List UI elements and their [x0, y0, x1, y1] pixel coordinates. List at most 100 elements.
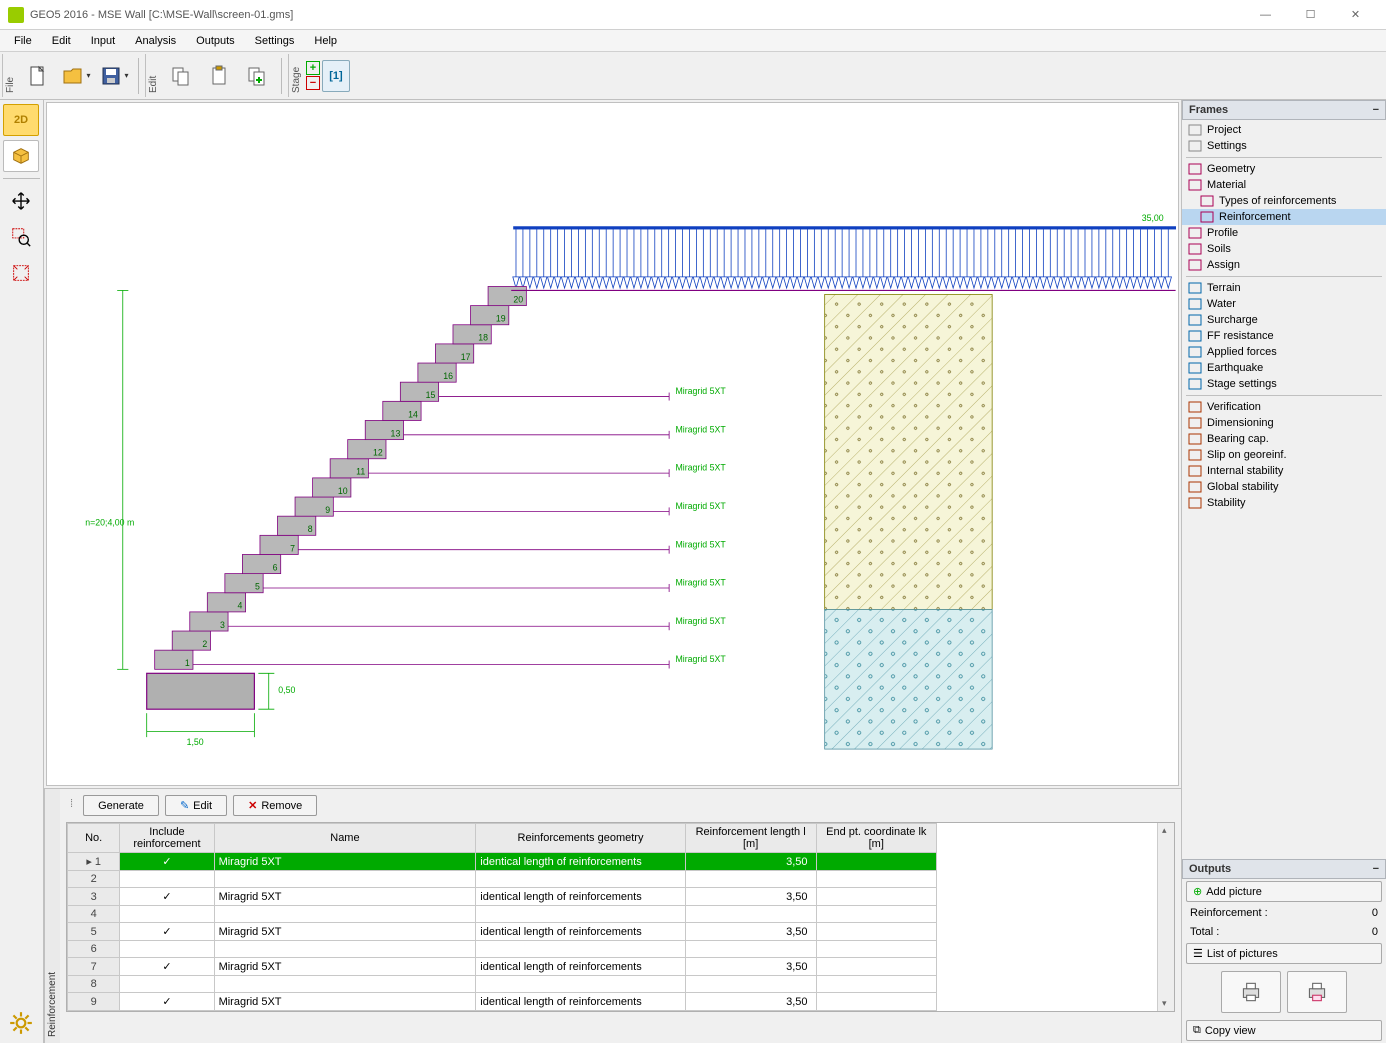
menu-help[interactable]: Help	[304, 32, 347, 50]
frame-item-applied-forces[interactable]: Applied forces	[1182, 344, 1386, 360]
frame-item-terrain[interactable]: Terrain	[1182, 280, 1386, 296]
svg-text:17: 17	[461, 352, 471, 362]
remove-button[interactable]: ✕Remove	[233, 795, 317, 816]
col-include[interactable]: Include reinforcement	[120, 824, 214, 853]
table-row[interactable]: 5✓Miragrid 5XTidentical length of reinfo…	[68, 923, 937, 941]
frame-item-global-stability[interactable]: Global stability	[1182, 479, 1386, 495]
app-icon	[8, 7, 24, 23]
open-file-button[interactable]	[58, 58, 94, 94]
view-settings-button[interactable]	[3, 1007, 39, 1039]
svg-text:20: 20	[513, 294, 523, 304]
frame-icon	[1188, 433, 1202, 445]
frame-label: Earthquake	[1207, 362, 1263, 374]
frame-item-material[interactable]: Material	[1182, 177, 1386, 193]
add-stage-button[interactable]: +	[306, 61, 320, 75]
print-button-2[interactable]	[1287, 971, 1347, 1013]
frames-header[interactable]: Frames−	[1182, 100, 1386, 120]
frame-item-project[interactable]: Project	[1182, 122, 1386, 138]
col-no[interactable]: No.	[68, 824, 120, 853]
svg-text:10: 10	[338, 486, 348, 496]
svg-text:18: 18	[478, 333, 488, 343]
frame-label: Dimensioning	[1207, 417, 1274, 429]
frame-item-bearing-cap-[interactable]: Bearing cap.	[1182, 431, 1386, 447]
frame-item-stage-settings[interactable]: Stage settings	[1182, 376, 1386, 392]
menu-file[interactable]: File	[4, 32, 42, 50]
drawing-canvas[interactable]: 35,00	[46, 102, 1179, 786]
menu-analysis[interactable]: Analysis	[125, 32, 186, 50]
frame-item-dimensioning[interactable]: Dimensioning	[1182, 415, 1386, 431]
panel-handle[interactable]: ⁞	[66, 795, 77, 816]
frame-label: Water	[1207, 298, 1236, 310]
list-pictures-button[interactable]: ☰List of pictures	[1186, 943, 1382, 964]
table-row[interactable]: 9✓Miragrid 5XTidentical length of reinfo…	[68, 993, 937, 1011]
col-end[interactable]: End pt. coordinate lk [m]	[816, 824, 936, 853]
dim-n-label: n=20;4,00 m	[85, 518, 134, 528]
col-name[interactable]: Name	[214, 824, 476, 853]
frame-label: Settings	[1207, 140, 1247, 152]
table-row[interactable]: 7✓Miragrid 5XTidentical length of reinfo…	[68, 958, 937, 976]
frame-item-geometry[interactable]: Geometry	[1182, 161, 1386, 177]
table-scrollbar[interactable]	[1157, 823, 1174, 1011]
zoom-extents-button[interactable]	[3, 257, 39, 289]
table-row[interactable]: 4	[68, 906, 937, 923]
col-len[interactable]: Reinforcement length l [m]	[685, 824, 816, 853]
maximize-button[interactable]: ☐	[1288, 1, 1333, 29]
close-button[interactable]: ✕	[1333, 1, 1378, 29]
frame-item-earthquake[interactable]: Earthquake	[1182, 360, 1386, 376]
zoom-window-button[interactable]	[3, 221, 39, 253]
reinforcement-table[interactable]: No. Include reinforcement Name Reinforce…	[66, 822, 1175, 1012]
frame-label: Bearing cap.	[1207, 433, 1269, 445]
menu-input[interactable]: Input	[81, 32, 125, 50]
menu-settings[interactable]: Settings	[245, 32, 305, 50]
frame-item-ff-resistance[interactable]: FF resistance	[1182, 328, 1386, 344]
copy-button[interactable]	[163, 58, 199, 94]
frame-icon	[1200, 195, 1214, 207]
stage-tab-1[interactable]: [1]	[322, 60, 350, 92]
table-row[interactable]: 8	[68, 976, 937, 993]
frame-item-internal-stability[interactable]: Internal stability	[1182, 463, 1386, 479]
view-2d-button[interactable]: 2D	[3, 104, 39, 136]
save-file-button[interactable]	[96, 58, 132, 94]
collapse-icon[interactable]: −	[1373, 104, 1379, 116]
frame-item-verification[interactable]: Verification	[1182, 399, 1386, 415]
pan-button[interactable]	[3, 185, 39, 217]
generate-button[interactable]: Generate	[83, 795, 159, 816]
add-picture-button[interactable]: ⊕Add picture	[1186, 881, 1382, 902]
bottom-panel-label: Reinforcement	[44, 789, 60, 1043]
remove-stage-button[interactable]: −	[306, 76, 320, 90]
menu-edit[interactable]: Edit	[42, 32, 81, 50]
frame-item-surcharge[interactable]: Surcharge	[1182, 312, 1386, 328]
svg-text:13: 13	[391, 428, 401, 438]
frame-item-stability[interactable]: Stability	[1182, 495, 1386, 511]
frame-item-settings[interactable]: Settings	[1182, 138, 1386, 154]
collapse-icon[interactable]: −	[1373, 863, 1379, 875]
menu-outputs[interactable]: Outputs	[186, 32, 245, 50]
frame-item-types-of-reinforcements[interactable]: Types of reinforcements	[1182, 193, 1386, 209]
frame-item-assign[interactable]: Assign	[1182, 257, 1386, 273]
table-row[interactable]: ▸ 1✓Miragrid 5XTidentical length of rein…	[68, 853, 937, 871]
svg-text:1: 1	[185, 658, 190, 668]
table-row[interactable]: 6	[68, 941, 937, 958]
print-button-1[interactable]	[1221, 971, 1281, 1013]
table-row[interactable]: 3✓Miragrid 5XTidentical length of reinfo…	[68, 888, 937, 906]
col-geom[interactable]: Reinforcements geometry	[476, 824, 685, 853]
svg-text:Miragrid 5XT: Miragrid 5XT	[676, 463, 727, 473]
frame-label: Verification	[1207, 401, 1261, 413]
edit-button[interactable]: ✎Edit	[165, 795, 227, 816]
frame-item-soils[interactable]: Soils	[1182, 241, 1386, 257]
frame-label: Reinforcement	[1219, 211, 1291, 223]
frame-item-water[interactable]: Water	[1182, 296, 1386, 312]
view-3d-button[interactable]	[3, 140, 39, 172]
frame-item-profile[interactable]: Profile	[1182, 225, 1386, 241]
frame-item-reinforcement[interactable]: Reinforcement	[1182, 209, 1386, 225]
paste-special-button[interactable]	[239, 58, 275, 94]
paste-button[interactable]	[201, 58, 237, 94]
frame-icon	[1188, 243, 1202, 255]
copy-view-button[interactable]: ⧉Copy view	[1186, 1020, 1382, 1041]
svg-text:4: 4	[238, 601, 243, 611]
outputs-header[interactable]: Outputs−	[1182, 859, 1386, 879]
new-file-button[interactable]	[20, 58, 56, 94]
table-row[interactable]: 2	[68, 871, 937, 888]
minimize-button[interactable]: —	[1243, 1, 1288, 29]
frame-item-slip-on-georeinf-[interactable]: Slip on georeinf.	[1182, 447, 1386, 463]
